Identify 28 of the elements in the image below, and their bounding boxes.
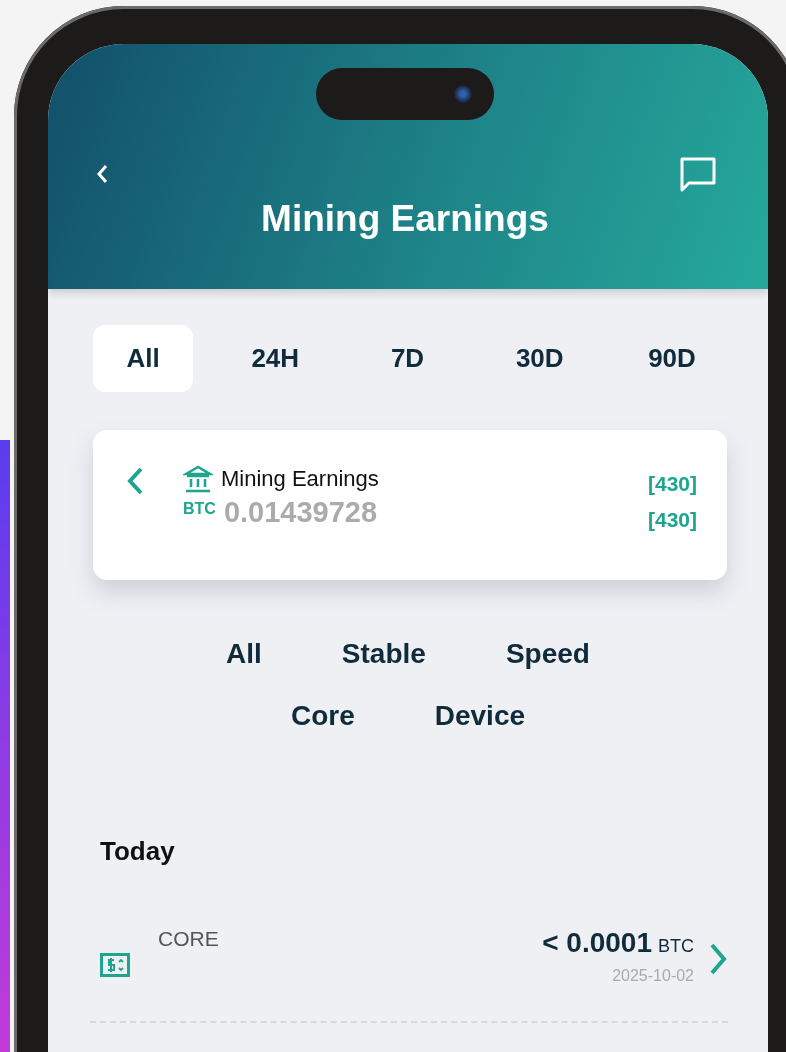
count-label: [430] bbox=[647, 472, 697, 496]
period-tab[interactable]: 24H bbox=[225, 325, 326, 392]
count-label: [430] bbox=[647, 508, 697, 532]
filter-option[interactable]: All bbox=[226, 638, 262, 670]
filter-option[interactable]: Speed bbox=[505, 638, 590, 670]
earning-amount: < 0.0001 bbox=[542, 927, 652, 958]
back-button[interactable] bbox=[94, 162, 110, 186]
section-heading: Today bbox=[100, 836, 176, 867]
filter-option[interactable]: Stable bbox=[341, 638, 426, 670]
total-amount: 0.01439728 bbox=[223, 496, 378, 529]
camera-lens-icon bbox=[454, 85, 472, 103]
earning-row[interactable]: CORE < 0.0001 BTC 2025-10-02 bbox=[90, 923, 728, 1023]
period-tab[interactable]: All bbox=[93, 325, 193, 392]
period-tab[interactable]: 30D bbox=[489, 325, 590, 392]
filter-option[interactable]: Core bbox=[290, 700, 355, 732]
page-title: Mining Earnings bbox=[260, 198, 550, 240]
earning-type: CORE bbox=[158, 927, 220, 951]
summary-title: Mining Earnings bbox=[221, 466, 379, 492]
earning-date: 2025-10-02 bbox=[612, 967, 694, 985]
chat-button[interactable] bbox=[678, 155, 718, 193]
currency-label: BTC bbox=[183, 500, 216, 518]
filter-option[interactable]: Device bbox=[434, 700, 526, 732]
period-tab[interactable]: 90D bbox=[622, 325, 722, 392]
bank-icon bbox=[183, 464, 213, 494]
period-tab[interactable]: 7D bbox=[357, 325, 458, 392]
chevron-right-icon[interactable] bbox=[708, 941, 728, 977]
cash-icon bbox=[100, 953, 130, 977]
earning-unit: BTC bbox=[658, 936, 694, 956]
